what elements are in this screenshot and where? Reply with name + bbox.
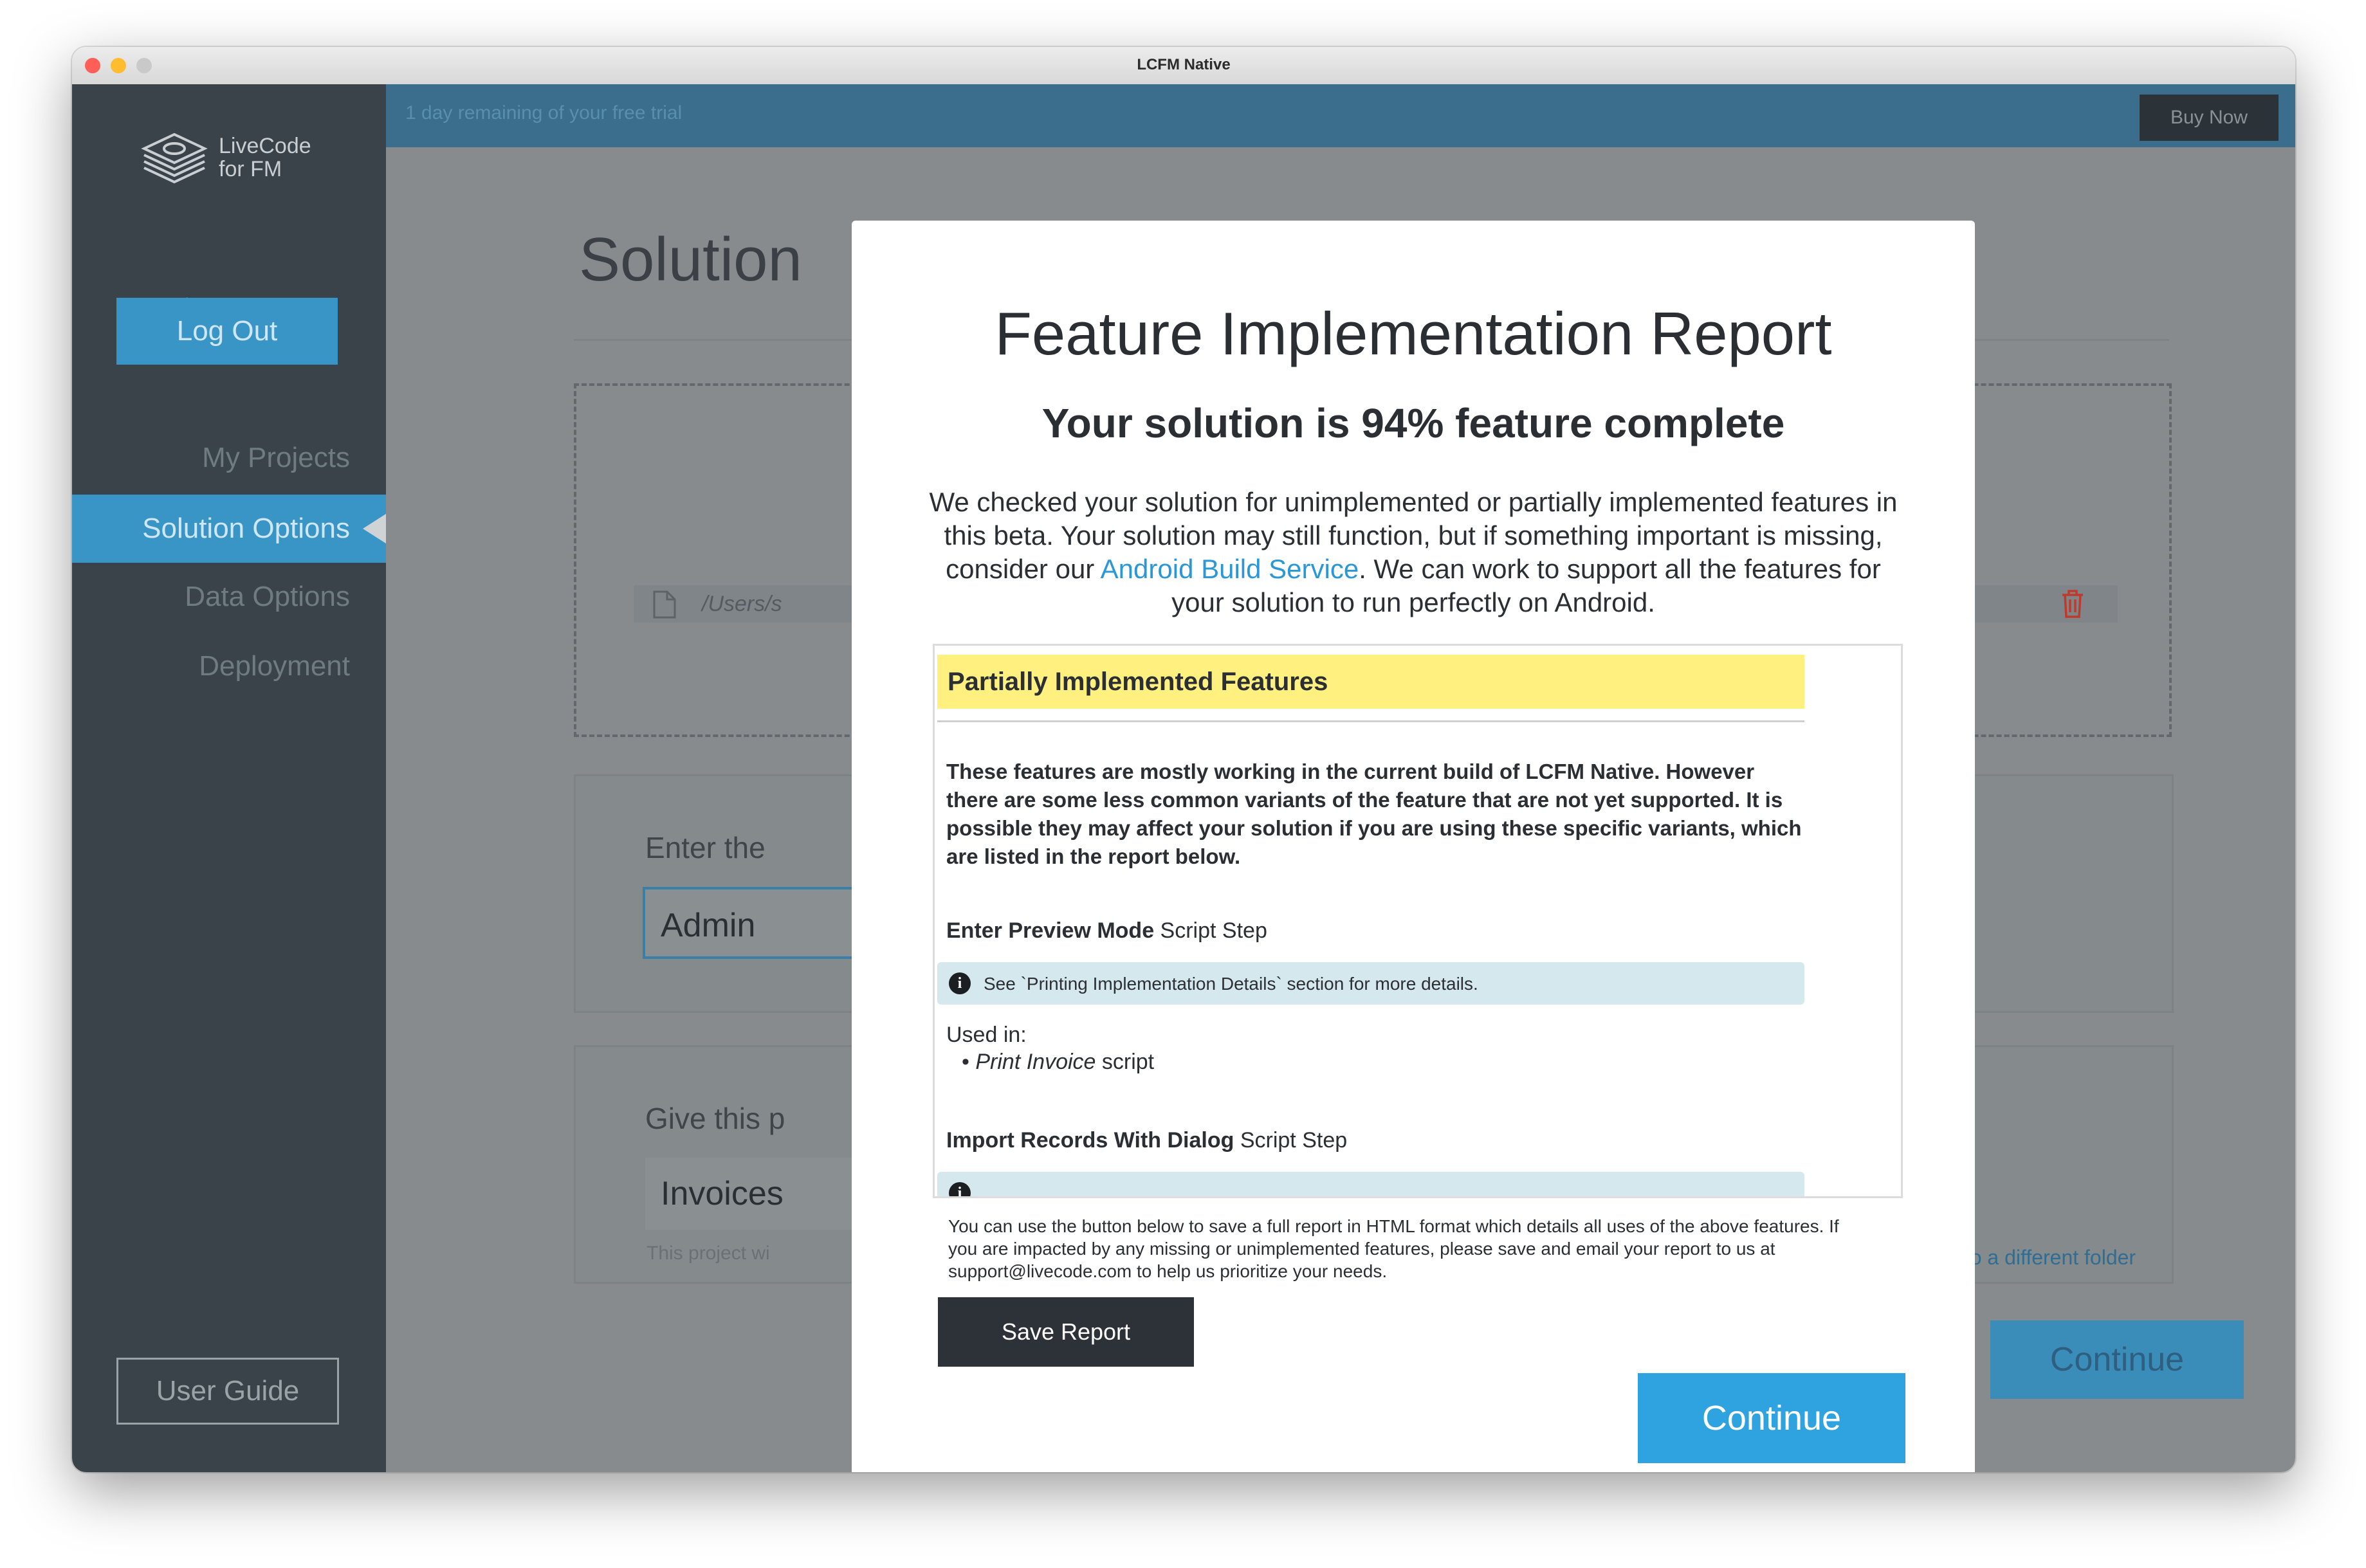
app-window: LCFM Native LiveCode for FM Welcome Stev…	[72, 47, 2295, 1472]
section-header: Partially Implemented Features	[937, 655, 1804, 709]
section-divider	[937, 720, 1804, 722]
used-in-item-type: script	[1096, 1050, 1155, 1074]
trial-bar: 1 day remaining of your free trial Buy N…	[386, 84, 2295, 147]
info-bar: i See `Printing Implementation Details` …	[937, 962, 1804, 1005]
modal-footer-text: You can use the button below to save a f…	[948, 1216, 1839, 1281]
info-icon: i	[949, 972, 971, 994]
livecode-logo-icon	[141, 132, 208, 184]
nav-data-options[interactable]: Data Options	[185, 581, 350, 613]
file-path: /Users/s	[702, 592, 782, 616]
modal-description: We checked your solution for unimplement…	[916, 486, 1911, 619]
section-description: These features are mostly working in the…	[946, 760, 1802, 868]
report-scroll-area[interactable]: Partially Implemented Features These fea…	[933, 644, 1903, 1198]
trash-icon[interactable]	[2060, 589, 2086, 619]
step-enter-preview-mode: Enter Preview Mode Script Step	[946, 918, 1267, 944]
nav-solution-options[interactable]: Solution Options	[72, 495, 386, 563]
window-title: LCFM Native	[1137, 56, 1231, 73]
nav-deployment[interactable]: Deployment	[199, 650, 350, 682]
used-in-label: Used in:	[946, 1023, 1027, 1047]
logo-line2: for FM	[219, 157, 282, 181]
step-type: Script Step	[1154, 918, 1267, 943]
android-build-service-link[interactable]: Android Build Service	[1101, 554, 1359, 584]
title-bar: LCFM Native	[72, 47, 2295, 86]
feature-report-modal: Feature Implementation Report Your solut…	[852, 221, 1975, 1472]
page-title: Solution	[579, 225, 802, 294]
info-text: See `Printing Implementation Details` se…	[984, 974, 1478, 994]
nav-solution-options-label: Solution Options	[142, 513, 350, 544]
info-icon: i	[949, 1182, 971, 1196]
logo-text: LiveCode for FM	[219, 134, 311, 181]
app-content: LiveCode for FM Welcome Steven Log Out M…	[72, 84, 2295, 1472]
info-bar: i	[937, 1172, 1804, 1196]
modal-title: Feature Implementation Report	[995, 300, 1832, 367]
sidebar: LiveCode for FM Welcome Steven Log Out M…	[72, 84, 386, 1472]
modal-subtitle: Your solution is 94% feature complete	[1041, 400, 1785, 446]
project-hint: This project wi	[647, 1243, 770, 1264]
logo-line1: LiveCode	[219, 134, 311, 158]
account-label: Enter the	[645, 831, 766, 864]
save-report-button[interactable]: Save Report	[938, 1297, 1194, 1367]
continue-button-background[interactable]: Continue	[1990, 1320, 2244, 1399]
log-out-button[interactable]: Log Out	[116, 298, 338, 365]
project-name-input[interactable]: Invoices	[645, 1158, 877, 1230]
used-in-item: • Print Invoice script	[962, 1050, 1155, 1074]
buy-now-button[interactable]: Buy Now	[2140, 95, 2279, 141]
continue-button[interactable]: Continue	[1638, 1373, 1905, 1463]
step-name: Enter Preview Mode	[946, 918, 1155, 943]
file-icon	[653, 590, 676, 619]
user-guide-button[interactable]: User Guide	[116, 1358, 339, 1425]
project-name-label: Give this p	[645, 1102, 785, 1135]
step-name: Import Records With Dialog	[946, 1128, 1234, 1153]
used-in-item-name: Print Invoice	[975, 1050, 1096, 1074]
step-type: Script Step	[1234, 1128, 1348, 1153]
step-import-records: Import Records With Dialog Script Step	[946, 1128, 1347, 1153]
account-input[interactable]: Admin	[643, 887, 874, 959]
trial-message: 1 day remaining of your free trial	[405, 102, 683, 123]
nav-my-projects[interactable]: My Projects	[202, 442, 350, 474]
active-nav-indicator	[363, 514, 386, 543]
